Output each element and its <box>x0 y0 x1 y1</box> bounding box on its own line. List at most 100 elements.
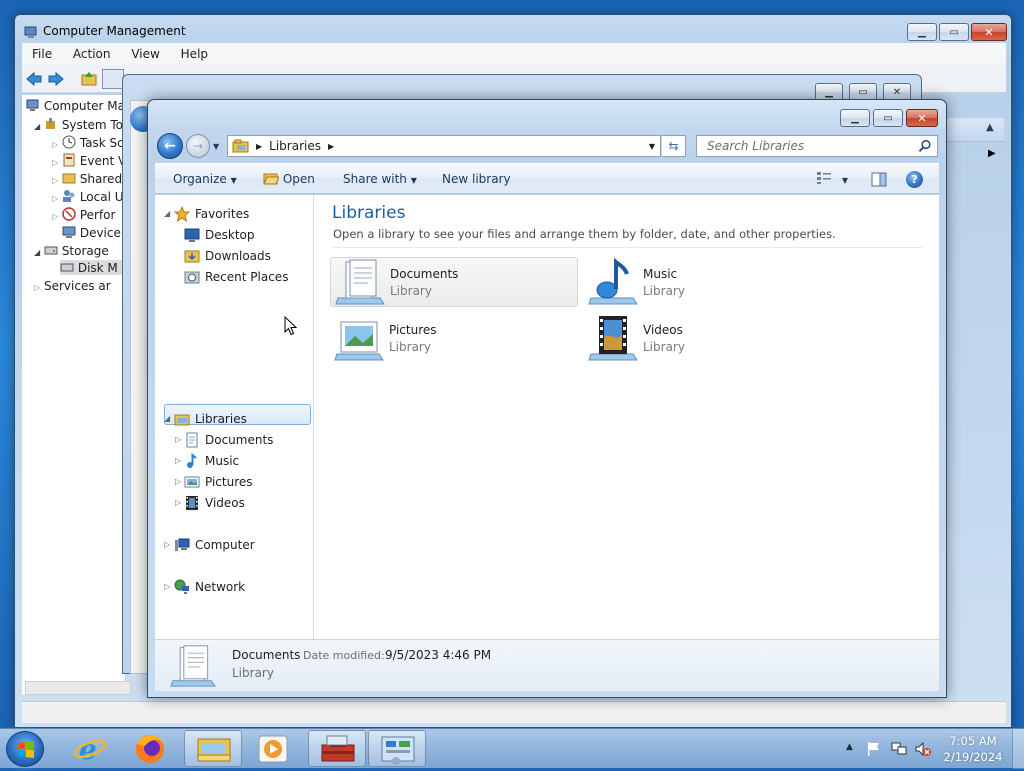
new-library-button[interactable]: New library <box>442 172 511 186</box>
taskbar-internet-explorer[interactable]: e <box>61 730 119 767</box>
collapsed-triangle-icon[interactable]: ▷ <box>175 477 181 486</box>
tree-item-shared-folders[interactable]: ▷ Shared <box>52 171 122 186</box>
tree-item-root[interactable]: Computer Ma <box>26 99 125 113</box>
taskbar: e ▲ 7:05 AM 2/19/2024 <box>0 728 1024 769</box>
back-button[interactable]: ← <box>157 133 183 159</box>
network-status-icon[interactable] <box>890 741 908 757</box>
forward-button[interactable]: → <box>186 134 210 158</box>
taskbar-control-panel[interactable] <box>368 730 426 767</box>
action-center-flag-icon[interactable] <box>866 741 882 757</box>
nav-favorites[interactable]: Favorites <box>174 206 249 222</box>
tree-item-services[interactable]: ▷ Services ar <box>34 279 111 293</box>
collapse-up-icon[interactable]: ▲ <box>986 122 994 133</box>
show-hidden-icons-button[interactable]: ▲ <box>846 742 853 752</box>
windows-logo-icon <box>18 741 34 758</box>
nav-pictures[interactable]: Pictures <box>184 474 253 490</box>
share-with-button[interactable]: Share with ▼ <box>343 172 417 186</box>
show-hide-console-tree-button[interactable] <box>102 69 124 89</box>
preview-pane-icon[interactable] <box>871 172 887 187</box>
expanded-triangle-icon[interactable]: ◢ <box>164 414 170 423</box>
tree-item-system-tools[interactable]: ◢ System To <box>34 117 123 132</box>
nav-network[interactable]: Network <box>174 579 245 595</box>
taskbar-computer-management[interactable] <box>308 730 366 767</box>
breadcrumb-separator-icon[interactable]: ▶ <box>328 142 334 151</box>
nav-recent-places[interactable]: Recent Places <box>184 269 288 285</box>
nav-videos[interactable]: Videos <box>184 495 245 511</box>
nav-music[interactable]: Music <box>184 453 239 469</box>
documents-icon <box>186 432 198 448</box>
storage-icon <box>44 246 58 255</box>
tree-item-performance[interactable]: ▷ Perfor <box>52 207 115 222</box>
taskbar-firefox[interactable] <box>121 730 179 767</box>
forward-arrow-icon[interactable] <box>47 71 65 87</box>
details-kind: Library <box>232 666 274 680</box>
svg-text:e: e <box>79 733 97 766</box>
menu-action[interactable]: Action <box>63 43 118 61</box>
address-history-dropdown-icon[interactable]: ▼ <box>649 142 655 151</box>
nav-libraries[interactable]: Libraries <box>174 411 247 427</box>
content-pane: Libraries Open a library to see your fil… <box>314 195 939 639</box>
breadcrumb-separator-icon[interactable]: ▶ <box>256 142 262 151</box>
expanded-triangle-icon[interactable]: ◢ <box>164 209 170 218</box>
search-box[interactable] <box>696 135 938 157</box>
page-title: Libraries <box>332 203 406 223</box>
videos-icon <box>186 496 198 510</box>
more-actions-arrow-icon[interactable]: ▶ <box>988 148 996 159</box>
menu-help[interactable]: Help <box>171 43 215 61</box>
collapsed-triangle-icon[interactable]: ▷ <box>175 498 181 507</box>
tile-kind: Library <box>643 339 685 354</box>
horizontal-scrollbar[interactable] <box>25 681 131 695</box>
system-clock[interactable]: 7:05 AM 2/19/2024 <box>942 733 1004 765</box>
maximize-button[interactable]: ▭ <box>939 23 969 41</box>
breadcrumb-libraries[interactable]: Libraries <box>269 139 321 153</box>
back-arrow-icon[interactable] <box>25 71 43 87</box>
address-bar[interactable]: ▶ Libraries ▶ ▼ <box>227 135 661 157</box>
minimize-button[interactable]: ▁ <box>907 23 937 41</box>
tree-item-local-users[interactable]: ▷ Local U <box>52 189 124 204</box>
collapsed-triangle-icon[interactable]: ▷ <box>164 540 170 549</box>
up-folder-icon[interactable] <box>80 70 98 88</box>
collapsed-triangle-icon[interactable]: ▷ <box>175 456 181 465</box>
nav-desktop[interactable]: Desktop <box>184 227 255 243</box>
recent-pages-dropdown-icon[interactable]: ▼ <box>213 142 219 151</box>
help-icon[interactable]: ? <box>906 171 923 188</box>
tree-item-device-manager[interactable]: Device <box>62 225 121 240</box>
library-tile-videos[interactable]: Videos Library <box>584 313 832 363</box>
open-button[interactable]: Open <box>263 172 315 186</box>
collapsed-triangle-icon[interactable]: ▷ <box>164 582 170 591</box>
minimize-button[interactable]: ▁ <box>840 109 870 127</box>
volume-muted-icon[interactable] <box>914 741 932 757</box>
library-tile-pictures[interactable]: Pictures Library <box>330 313 578 363</box>
collapsed-triangle-icon[interactable]: ▷ <box>175 435 181 444</box>
search-input[interactable] <box>705 138 905 154</box>
tree-item-event-viewer[interactable]: ▷ Event V <box>52 153 125 168</box>
nav-downloads[interactable]: Downloads <box>184 248 271 264</box>
disk-icon <box>60 263 74 272</box>
tile-name: Videos <box>643 322 683 337</box>
tree-item-storage[interactable]: ◢ Storage <box>34 243 109 258</box>
actions-pane-header: ▲ <box>942 118 1004 142</box>
library-tile-music[interactable]: Music Library <box>584 257 832 307</box>
start-button[interactable] <box>6 731 44 767</box>
organize-button[interactable]: Organize ▼ <box>173 172 237 186</box>
tile-kind: Library <box>389 339 431 354</box>
change-view-button[interactable]: ▼ <box>816 171 848 186</box>
tree-item-disk-management[interactable]: Disk M <box>60 260 124 275</box>
library-tile-documents[interactable]: Documents Library <box>330 257 578 307</box>
search-icon[interactable] <box>918 139 932 153</box>
close-button[interactable]: ✕ <box>971 23 1007 41</box>
refresh-button[interactable]: ⇆ <box>662 135 686 157</box>
collapsed-triangle-icon: ▷ <box>52 212 59 221</box>
close-button[interactable]: ✕ <box>906 109 938 127</box>
menu-file[interactable]: File <box>22 43 59 61</box>
nav-documents[interactable]: Documents <box>184 432 273 448</box>
taskbar-media-player[interactable] <box>245 730 303 767</box>
firefox-icon <box>136 735 164 763</box>
nav-computer[interactable]: Computer <box>174 537 255 553</box>
maximize-button[interactable]: ▭ <box>873 109 903 127</box>
menu-view[interactable]: View <box>121 43 166 61</box>
show-desktop-button[interactable] <box>1012 729 1024 769</box>
tree-item-task-scheduler[interactable]: ▷ Task Sc <box>52 135 124 150</box>
toolbox-icon <box>321 735 355 762</box>
taskbar-windows-explorer[interactable] <box>184 730 242 767</box>
